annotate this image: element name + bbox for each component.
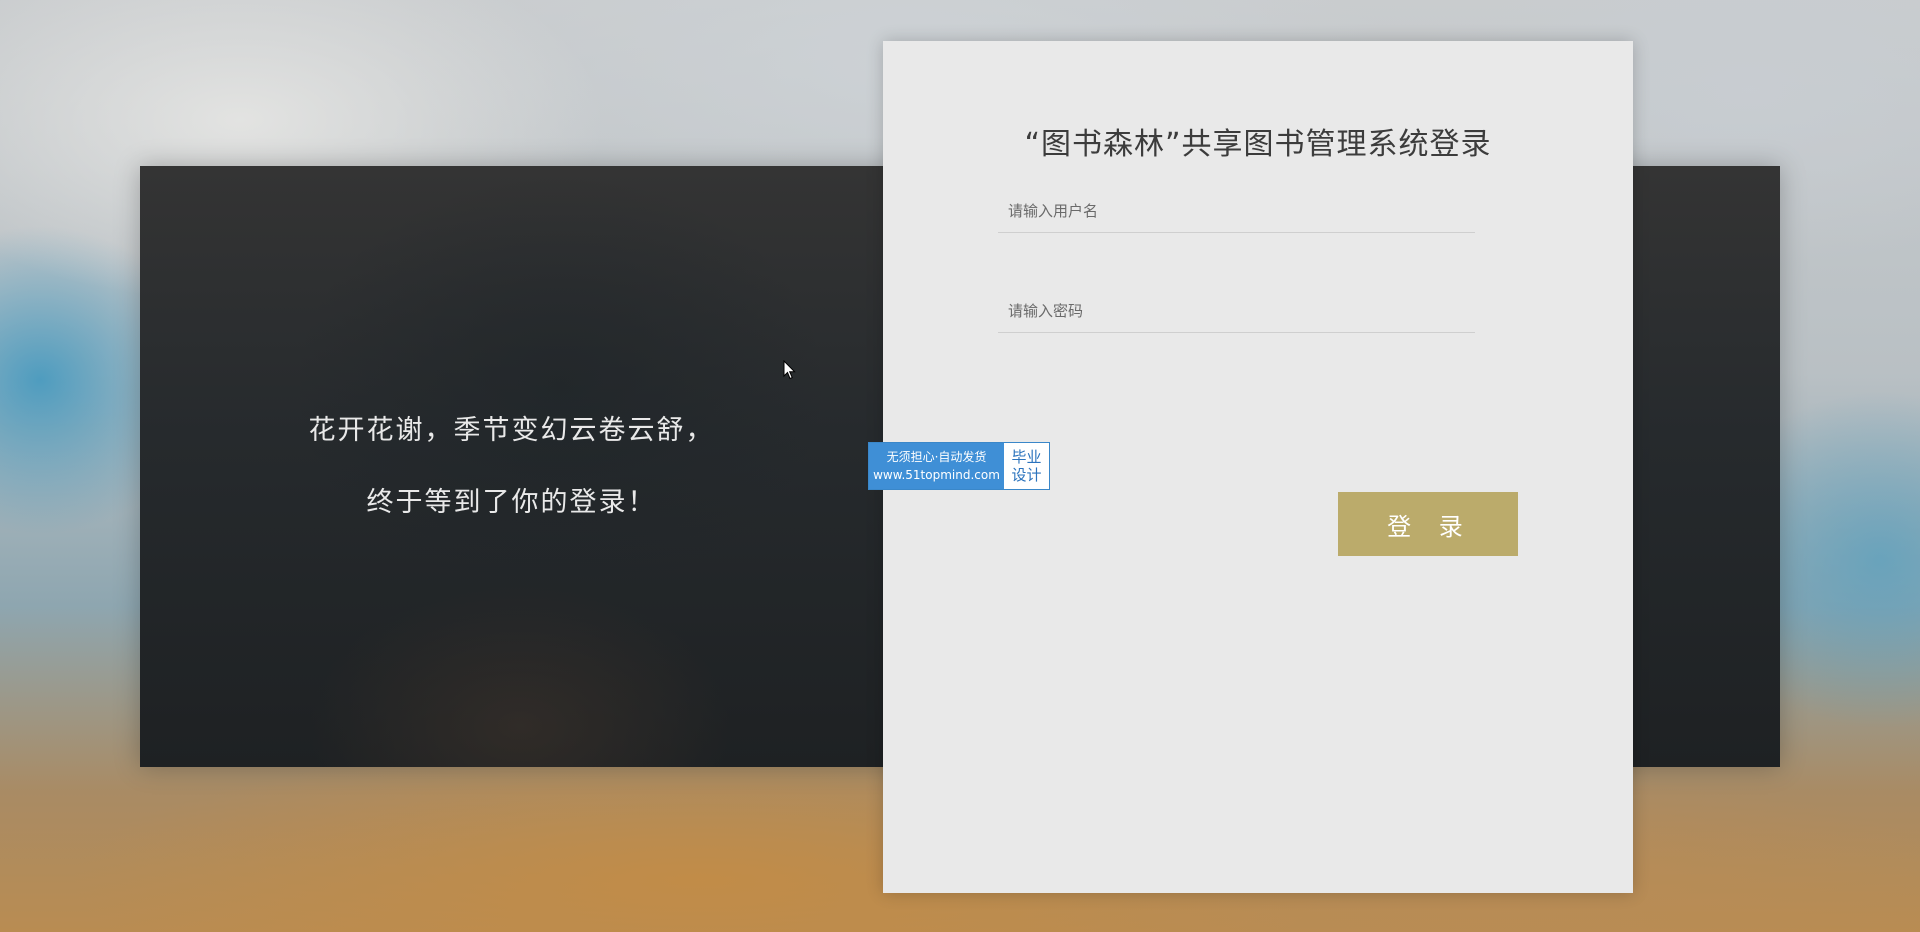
badge-right-line-2: 设计 [1011, 466, 1042, 484]
badge-left-block: 无须担心·自动发货 www.51topmind.com [869, 443, 1004, 489]
badge-right-block: 毕业 设计 [1004, 443, 1049, 489]
welcome-slogan: 花开花谢，季节变幻云卷云舒， 终于等到了你的登录！ [140, 166, 883, 767]
password-input[interactable] [998, 289, 1475, 333]
mouse-pointer-icon [783, 360, 796, 380]
badge-tagline: 无须担心·自动发货 [886, 450, 987, 464]
login-title: “图书森林”共享图书管理系统登录 [1024, 127, 1492, 162]
graduation-design-badge[interactable]: 无须担心·自动发货 www.51topmind.com 毕业 设计 [868, 442, 1050, 490]
badge-right-line-1: 毕业 [1011, 448, 1042, 466]
slogan-line-2: 终于等到了你的登录！ [366, 486, 657, 518]
badge-url: www.51topmind.com [873, 468, 1000, 482]
username-input[interactable] [998, 189, 1475, 233]
slogan-line-1: 花开花谢，季节变幻云卷云舒， [308, 414, 715, 446]
login-button[interactable]: 登 录 [1338, 492, 1518, 556]
